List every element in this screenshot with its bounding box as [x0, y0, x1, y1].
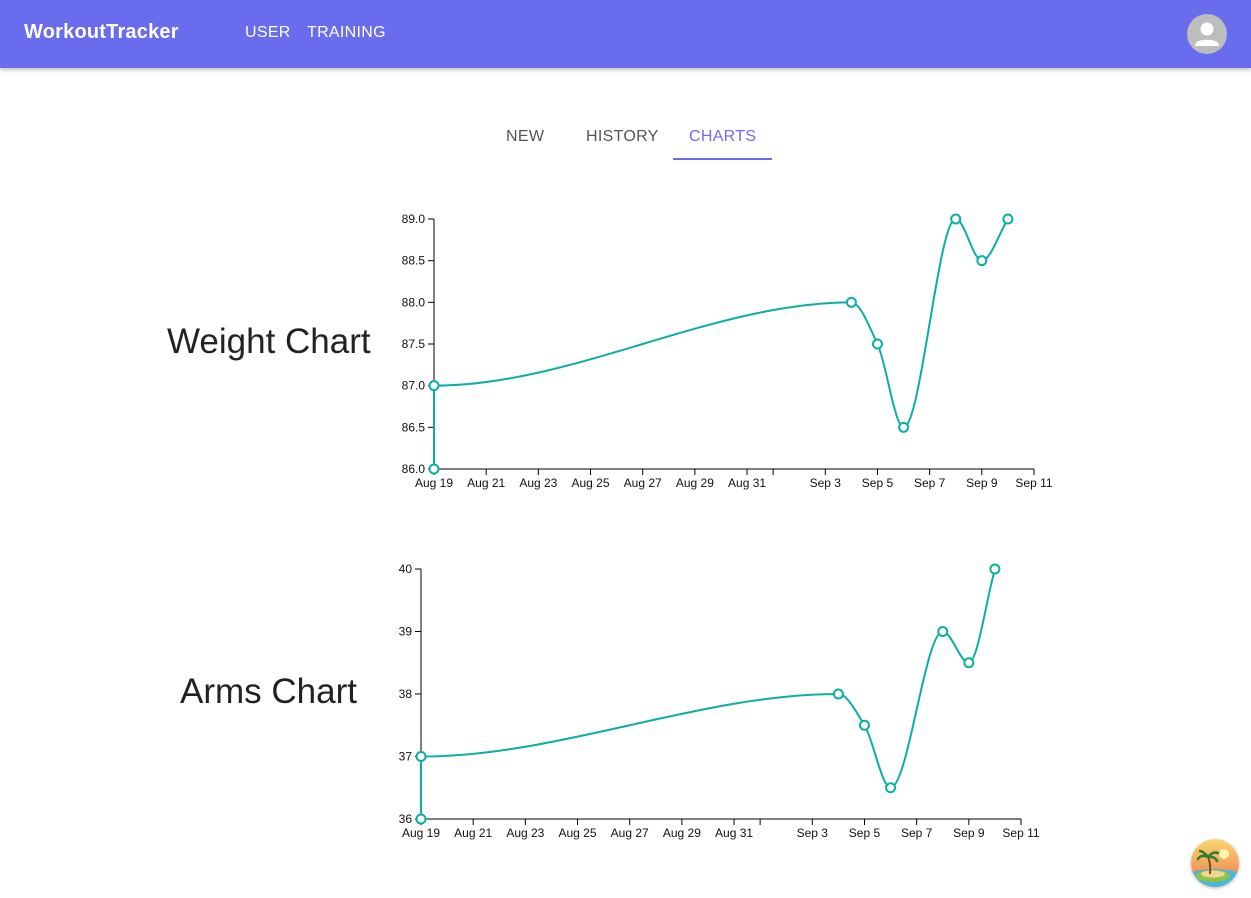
- arms-x-tick-label: Sep 7: [901, 826, 933, 840]
- arms-x-tick-label: Aug 29: [663, 826, 701, 840]
- arms-y-tick-label: 36: [399, 812, 413, 826]
- arms-data-point: [832, 688, 844, 700]
- arms-data-point: [989, 563, 1001, 575]
- weight-series-line: [433, 217, 1009, 469]
- weight-y-tick-label: 88.5: [402, 254, 426, 268]
- weight-x-tick-label: Sep 3: [810, 476, 842, 490]
- weight-y-tick-label: 86.5: [402, 420, 426, 434]
- weight-data-point: [898, 421, 910, 433]
- arms-x-tick-label: Sep 11: [1002, 826, 1039, 840]
- weight-y-tick-label: 87.5: [402, 337, 426, 351]
- weight-x-tick-label: Aug 27: [624, 476, 662, 490]
- weight-data-point: [428, 380, 440, 392]
- weight-x-tick-label: Sep 9: [966, 476, 998, 490]
- arms-x-tick-label: Aug 21: [454, 826, 492, 840]
- weight-x-tick-label: Aug 19: [415, 476, 453, 490]
- arms-data-point: [963, 657, 975, 669]
- weight-x-tick-label: Aug 31: [728, 476, 766, 490]
- weight-x-tick-label: Aug 25: [571, 476, 609, 490]
- arms-x-tick-label: Aug 25: [558, 826, 596, 840]
- weight-data-point: [871, 338, 883, 350]
- weight-data-point: [428, 463, 440, 475]
- arms-data-point: [885, 782, 897, 794]
- arms-data-point: [415, 751, 427, 762]
- arms-x-tick-label: Sep 9: [953, 826, 985, 840]
- arms-data-point: [415, 813, 427, 825]
- arms-y-tick-label: 37: [399, 750, 413, 764]
- weight-data-point: [950, 213, 962, 225]
- weight-x-tick-label: Sep 7: [914, 476, 946, 490]
- weight-y-tick-label: 89.0: [402, 212, 426, 226]
- weight-x-tick-label: Aug 29: [676, 476, 714, 490]
- arms-x-tick-label: Sep 3: [797, 826, 829, 840]
- charts-canvas: 86.0 86.5 87.0 87.5 88.0 88.5 89.0 Aug 19 Aug 21…: [399, 212, 1053, 840]
- weight-data-point: [845, 296, 857, 308]
- tropical-island-logo-icon: [1191, 839, 1239, 887]
- weight-x-tick-label: Sep 11: [1015, 476, 1052, 490]
- arms-x-tick-label: Aug 31: [715, 826, 753, 840]
- weight-x-tick-label: Aug 21: [467, 476, 505, 490]
- arms-y-tick-label: 40: [399, 562, 413, 576]
- weight-data-point: [1002, 213, 1014, 225]
- weight-data-point: [976, 255, 988, 267]
- weight-x-tick-label: Aug 23: [519, 476, 557, 490]
- arms-y-tick-label: 39: [399, 625, 413, 639]
- arms-series-line: [420, 568, 996, 819]
- arms-data-point: [858, 719, 870, 731]
- weight-y-tick-label: 87.0: [402, 379, 426, 393]
- arms-y-tick-label: 38: [399, 687, 413, 701]
- arms-x-tick-label: Sep 5: [849, 826, 881, 840]
- weight-x-tick-label: Sep 5: [862, 476, 894, 490]
- arms-x-tick-label: Aug 27: [611, 826, 649, 840]
- arms-x-tick-label: Aug 23: [506, 826, 544, 840]
- arms-data-point: [937, 626, 949, 637]
- floating-logo-button[interactable]: [1191, 839, 1239, 887]
- weight-y-tick-label: 88.0: [402, 295, 426, 309]
- weight-y-tick-label: 86.0: [402, 462, 426, 476]
- arms-x-tick-label: Aug 19: [402, 826, 440, 840]
